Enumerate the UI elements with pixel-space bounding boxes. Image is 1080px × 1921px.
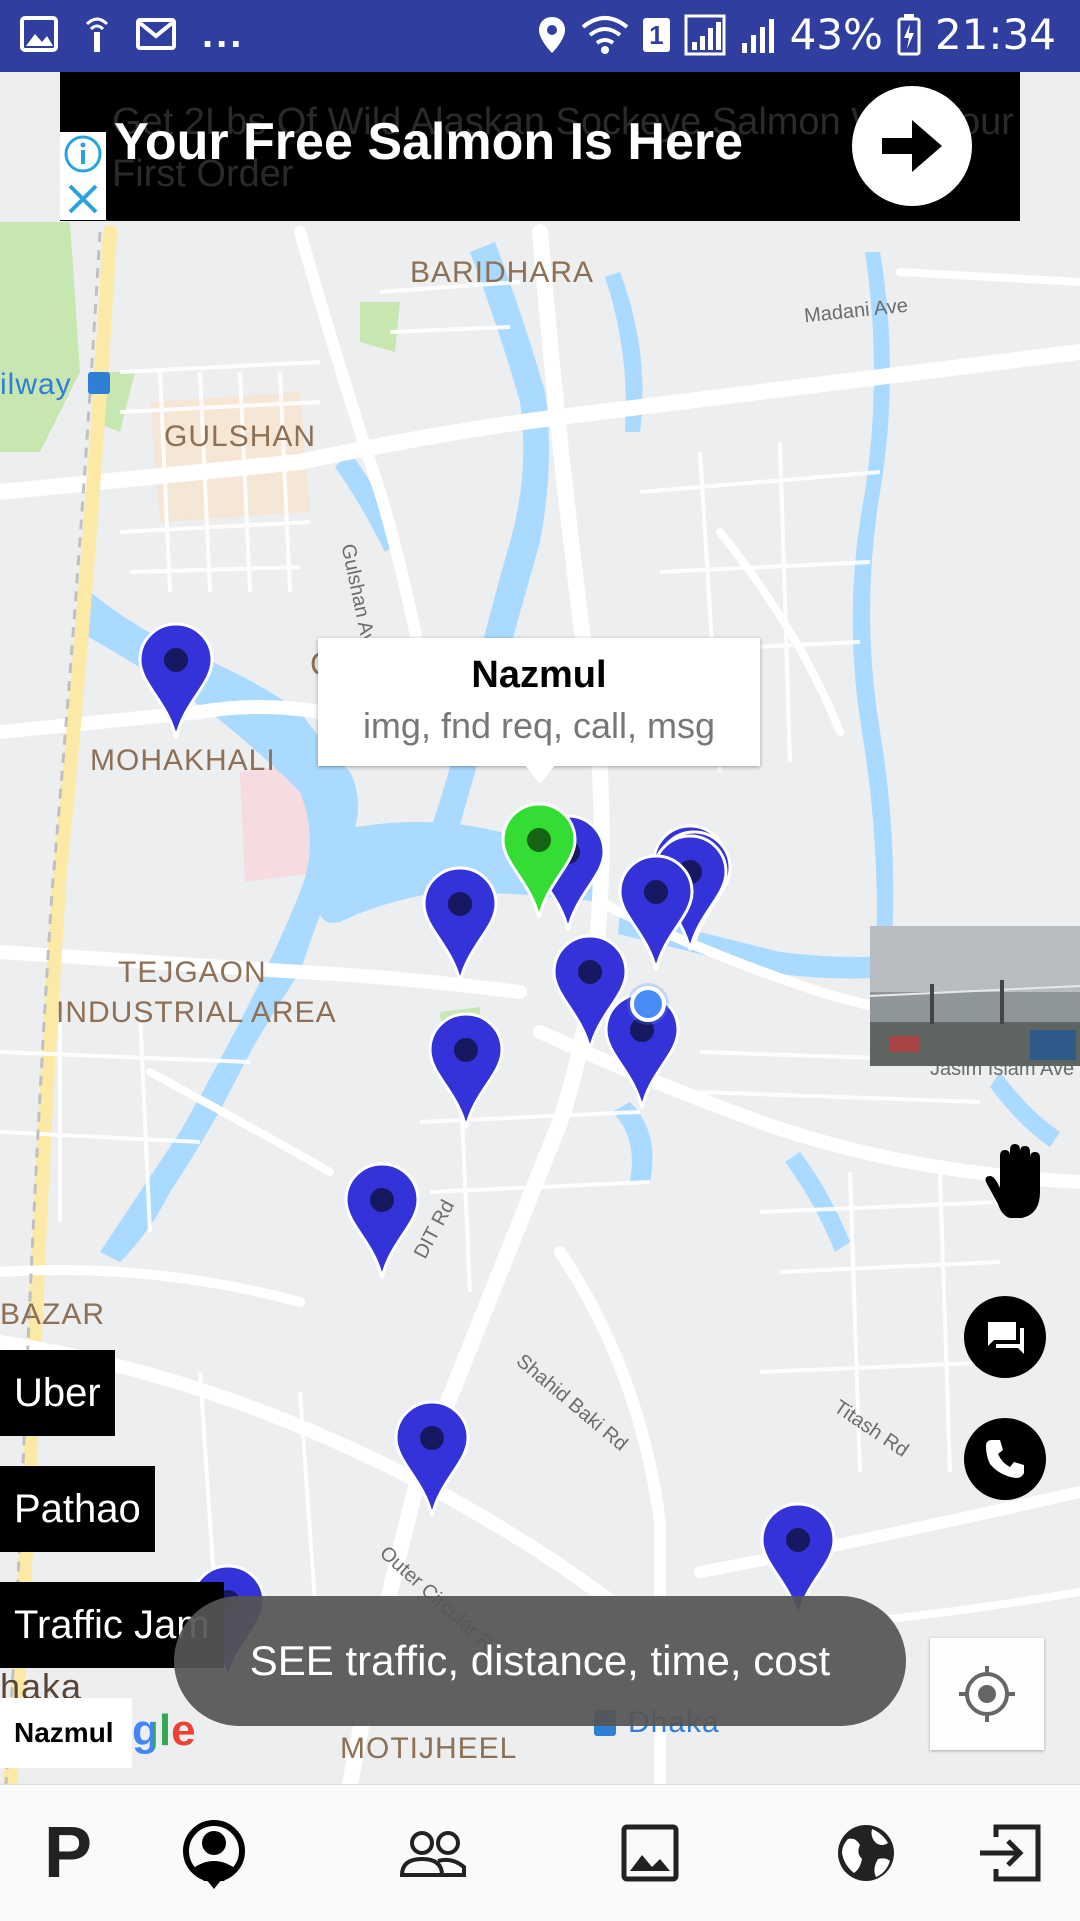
label-baridhara: BARIDHARA — [410, 256, 595, 289]
close-icon[interactable] — [60, 178, 106, 220]
label-mohakhali: MOHAKHALI — [90, 744, 276, 777]
wifi-hotspot-icon — [85, 17, 109, 52]
user-marker-12[interactable] — [394, 1400, 470, 1518]
image-icon — [621, 1824, 679, 1882]
current-location-dot — [630, 986, 666, 1022]
location-icon — [539, 16, 566, 53]
user-marker-3[interactable] — [422, 866, 498, 984]
nav-profile[interactable] — [174, 1813, 254, 1893]
user-marker-11[interactable] — [344, 1162, 420, 1280]
label-tejgaon: TEJGAON — [118, 956, 267, 989]
my-location-icon — [959, 1666, 1015, 1722]
selected-user-marker[interactable] — [501, 802, 577, 920]
globe-icon — [838, 1825, 894, 1881]
nav-parking[interactable]: P — [28, 1813, 108, 1893]
google-logo-text: gle — [132, 1706, 196, 1755]
clock: 21:34 — [934, 10, 1056, 59]
more-notifications: ... — [202, 12, 245, 56]
toast-message: SEE traffic, distance, time, cost — [174, 1596, 906, 1726]
user-marker-1[interactable] — [138, 622, 214, 740]
label-gulshan: GULSHAN — [164, 420, 317, 453]
hand-icon[interactable] — [978, 1144, 1050, 1220]
arrow-right-icon — [882, 120, 942, 172]
nav-friends[interactable] — [394, 1813, 474, 1893]
pathao-button[interactable]: Pathao — [0, 1466, 155, 1552]
nav-images[interactable] — [610, 1813, 690, 1893]
uber-button[interactable]: Uber — [0, 1350, 115, 1436]
ad-cta-button[interactable] — [852, 86, 972, 206]
message-button[interactable] — [964, 1296, 1046, 1378]
battery-charging-icon — [897, 13, 921, 55]
info-window-tail — [526, 766, 554, 784]
label-industrial-area: INDUSTRIAL AREA — [56, 996, 337, 1029]
street-view-image — [870, 926, 1080, 1066]
train-icon — [88, 372, 110, 394]
gallery-icon — [20, 16, 58, 52]
label-railway-partial: ilway — [0, 368, 72, 401]
message-icon — [988, 1322, 1024, 1354]
bottom-navigation: P — [0, 1784, 1080, 1921]
my-location-button[interactable] — [930, 1638, 1044, 1750]
nav-globe[interactable] — [826, 1813, 906, 1893]
logout-icon — [980, 1824, 1041, 1882]
call-button[interactable] — [964, 1418, 1046, 1500]
signal-icon — [741, 18, 774, 53]
info-window-subtitle: img, fnd req, call, msg — [362, 705, 716, 746]
marker-info-window[interactable]: Nazmul img, fnd req, call, msg — [318, 638, 760, 784]
ad-choices[interactable] — [60, 132, 106, 220]
info-icon[interactable] — [60, 132, 106, 178]
ad-headline: Your Free Salmon Is Here — [114, 113, 744, 171]
user-marker-10[interactable] — [428, 1012, 504, 1130]
google-logo: gle — [132, 1706, 196, 1756]
wifi-icon — [581, 15, 629, 54]
ad-banner[interactable]: Get 2Lbs Of Wild Alaskan Sockeye Salmon … — [60, 72, 1020, 221]
user-marker-7[interactable] — [618, 854, 694, 972]
label-motijheel: MOTIJHEEL — [340, 1732, 518, 1765]
signal-icon — [684, 14, 726, 55]
status-bar: ... 1 43% 21:34 — [0, 0, 1080, 72]
nav-logout[interactable] — [972, 1813, 1052, 1893]
profile-icon — [183, 1820, 245, 1889]
label-bazar: BAZAR — [0, 1298, 106, 1331]
sim-slot-badge: 1 — [643, 17, 670, 52]
phone-icon — [986, 1440, 1024, 1478]
info-window-title: Nazmul — [471, 654, 607, 696]
friends-icon — [399, 1831, 466, 1877]
battery-percent: 43% — [789, 10, 883, 59]
street-view-thumbnail[interactable] — [870, 926, 1080, 1066]
current-user-label: Nazmul — [0, 1698, 132, 1768]
parking-icon: P — [44, 1813, 93, 1893]
mail-icon — [136, 18, 176, 50]
